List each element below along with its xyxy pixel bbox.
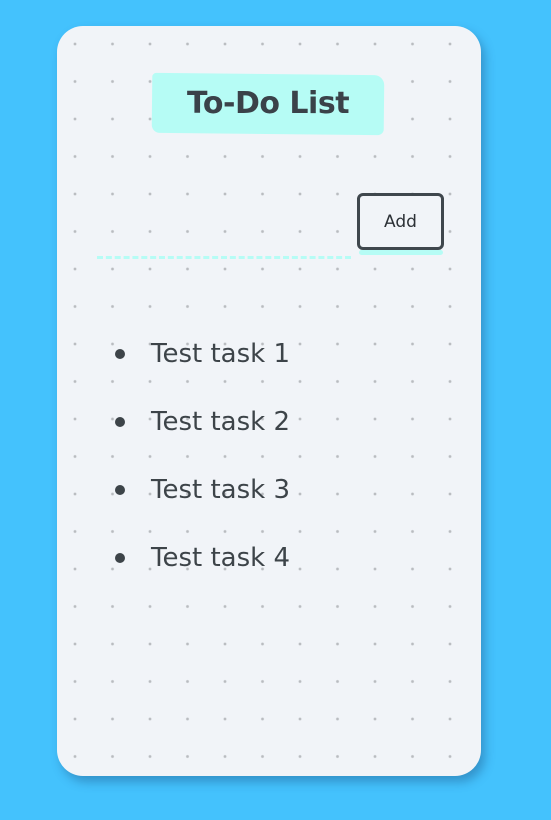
task-label: Test task 1 xyxy=(151,339,291,369)
task-label: Test task 2 xyxy=(151,407,291,437)
bullet-icon xyxy=(115,417,125,427)
add-button-highlight xyxy=(359,250,443,255)
task-item[interactable]: Test task 3 xyxy=(113,468,290,536)
task-list: Test task 1 Test task 2 Test task 3 Test… xyxy=(113,332,290,604)
task-label: Test task 4 xyxy=(151,543,291,573)
task-input[interactable] xyxy=(97,226,351,259)
bullet-icon xyxy=(115,553,125,563)
bullet-icon xyxy=(115,485,125,495)
task-item[interactable]: Test task 2 xyxy=(113,400,290,468)
task-item[interactable]: Test task 1 xyxy=(113,332,290,400)
title-highlight: To-Do List xyxy=(151,72,385,136)
task-label: Test task 3 xyxy=(151,475,291,505)
task-item[interactable]: Test task 4 xyxy=(113,536,290,604)
add-button[interactable]: Add xyxy=(357,193,444,250)
bullet-icon xyxy=(115,349,125,359)
todo-card: To-Do List Add Test task 1 Test task 2 T… xyxy=(57,26,481,776)
page-title: To-Do List xyxy=(186,86,350,121)
